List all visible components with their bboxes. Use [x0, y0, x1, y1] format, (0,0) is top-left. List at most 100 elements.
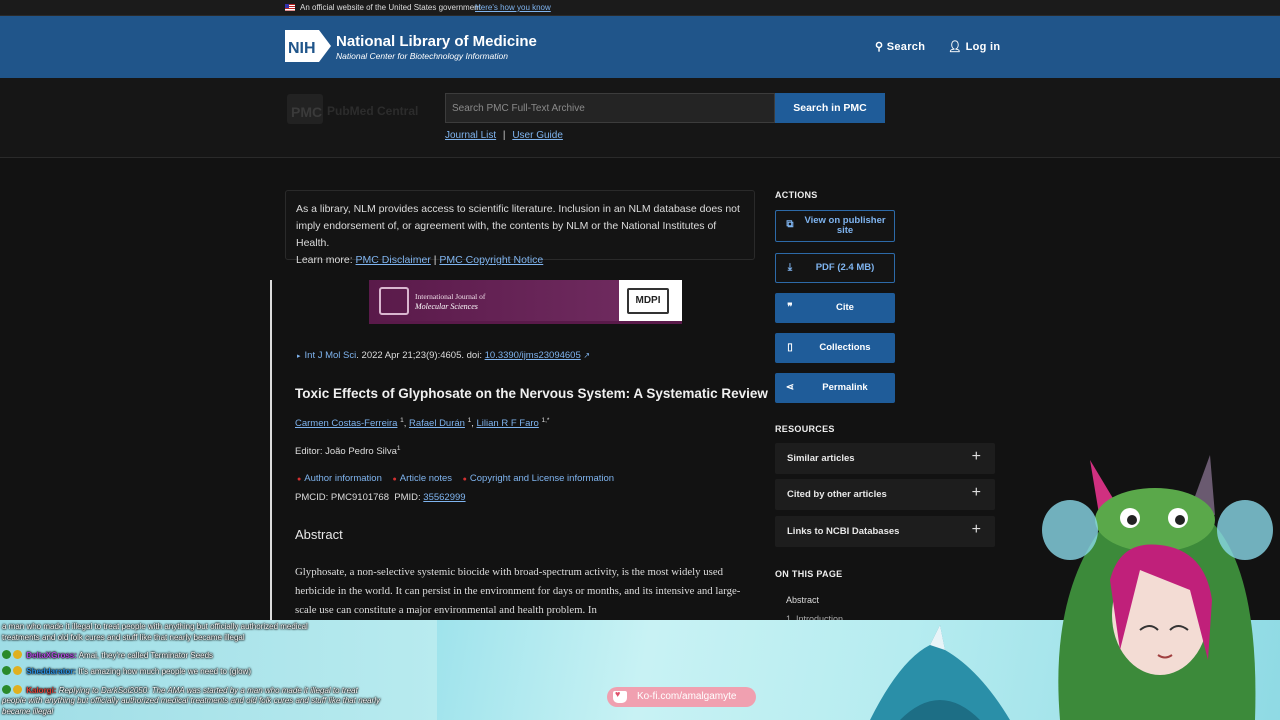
pmc-logo[interactable]: PMC PubMed Central: [287, 94, 437, 124]
abstract-heading: Abstract: [295, 527, 343, 542]
shark-mascot-icon: [870, 625, 1010, 720]
chat-text: It's amazing how much people we need to …: [76, 667, 251, 676]
external-link-icon: ⧉: [786, 219, 794, 230]
chat-text: Amai, they're called Terminator Seeds: [76, 651, 214, 660]
author-link[interactable]: Rafael Durán: [409, 418, 465, 429]
citation-line: ▸ Int J Mol Sci. 2022 Apr 21;23(9):4605. …: [297, 350, 590, 361]
search-icon: ⚲: [875, 41, 884, 53]
how-you-know-link[interactable]: Here's how you know: [475, 3, 551, 12]
chat-message: Sheddarator: It's amazing how much peopl…: [2, 666, 251, 676]
view-publisher-label: View on publisher site: [804, 215, 886, 236]
editor-name: Editor: João Pedro Silva: [295, 446, 397, 458]
author-affiliation: 1: [400, 417, 404, 424]
copyright-info-label: Copyright and License information: [469, 473, 615, 484]
collections-button[interactable]: ▯ Collections: [775, 333, 895, 363]
author-affiliation: 1: [467, 417, 472, 424]
cited-by-accordion[interactable]: Cited by other articles +: [775, 479, 995, 510]
chat-message: became illegal: [2, 707, 54, 716]
copyright-info-toggle[interactable]: ● Copyright and License information: [463, 473, 614, 484]
cite-button[interactable]: ❞ Cite: [775, 293, 895, 323]
chat-message: Kalorgi: Replying to DarkSol2050: The AM…: [2, 685, 358, 695]
download-icon: ⤓: [787, 262, 793, 273]
bookmark-icon: ▯: [787, 342, 793, 353]
permalink-button[interactable]: ⋖ Permalink: [775, 373, 895, 403]
author-information-toggle[interactable]: ● Author information: [297, 473, 382, 484]
on-this-page-heading: ON THIS PAGE: [775, 569, 843, 579]
disclaimer-text: As a library, NLM provides access to sci…: [296, 203, 740, 249]
article-info-links: ● Author information ● Article notes ● Copy…: [297, 473, 622, 484]
ncbi-subtitle: National Center for Biotechnology Inform…: [336, 51, 508, 61]
disclaimer-separator: |: [433, 254, 437, 266]
article-title: Toxic Effects of Glyphosate on the Nervo…: [295, 386, 768, 401]
journal-list-link[interactable]: Journal List: [445, 130, 496, 141]
plus-icon: +: [971, 448, 981, 465]
journal-name-line1: International Journal of: [415, 292, 486, 301]
chat-badge-icon: [13, 685, 22, 694]
pmc-search-input[interactable]: [445, 93, 775, 123]
chat-message: people with anything but officially auth…: [2, 696, 380, 705]
chat-message: DeltaXGross: Amai, they're called Termin…: [2, 650, 213, 660]
quote-icon: ❞: [787, 302, 793, 313]
collections-label: Collections: [819, 342, 871, 353]
pmc-links: Journal List | User Guide: [445, 130, 563, 141]
vtuber-avatar-icon: [1042, 455, 1273, 720]
bullet-icon: ●: [462, 476, 467, 483]
doi-link[interactable]: 10.3390/ijms23094605: [485, 350, 581, 361]
chat-text: Replying to DarkSol2050: The AMA was sta…: [56, 686, 358, 695]
header-search-label: Search: [886, 41, 926, 53]
chat-badge-icon: [2, 666, 11, 675]
citation-text: . 2022 Apr 21;23(9):4605. doi:: [356, 350, 485, 361]
pmc-logo-label: PMC: [291, 104, 323, 120]
login-button[interactable]: 👤︎ Log in: [948, 40, 1000, 53]
chat-username: DeltaXGross:: [26, 651, 77, 660]
pdf-label: PDF (2.4 MB): [815, 262, 875, 273]
resources-heading: RESOURCES: [775, 424, 835, 434]
caret-right-icon[interactable]: ▸: [297, 353, 301, 360]
us-flag-icon: [285, 4, 295, 11]
nlm-title[interactable]: National Library of Medicine: [336, 33, 537, 50]
kofi-cup-icon: [613, 689, 627, 703]
gov-banner: An official website of the United States…: [0, 0, 1280, 16]
pmc-search-bar: PMC PubMed Central Search in PMC Journal…: [0, 78, 1280, 158]
header-search-button[interactable]: ⚲ Search: [875, 40, 925, 53]
journal-banner[interactable]: International Journal of Molecular Scien…: [369, 280, 682, 324]
author-link[interactable]: Carmen Costas-Ferreira: [295, 418, 397, 429]
article-notes-label: Article notes: [399, 473, 453, 484]
ncbi-links-label: Links to NCBI Databases: [787, 526, 900, 537]
similar-articles-accordion[interactable]: Similar articles +: [775, 443, 995, 474]
chat-message: a man who made it illegal to treat peopl…: [2, 622, 308, 631]
svg-text:NIH: NIH: [288, 40, 316, 57]
link-separator: |: [502, 130, 506, 141]
article-ids: PMCID: PMC9101768 PMID: 35562999: [295, 492, 466, 503]
chat-message: treatments and old folk cures and stuff …: [2, 633, 245, 642]
editor-affiliation: 1: [396, 445, 401, 452]
author-list: Carmen Costas-Ferreira 1, Rafael Durán 1…: [295, 417, 550, 430]
pdf-download-button[interactable]: ⤓ PDF (2.4 MB): [775, 253, 895, 283]
plus-icon: +: [971, 521, 981, 538]
view-publisher-button[interactable]: ⧉ View on publisher site: [775, 210, 895, 242]
gov-banner-text: An official website of the United States…: [300, 3, 481, 12]
nih-logo-icon[interactable]: NIH: [285, 30, 331, 62]
chat-badge-icon: [13, 650, 22, 659]
pmcid-text: PMCID: PMC9101768 PMID:: [295, 492, 424, 503]
user-guide-link[interactable]: User Guide: [512, 130, 563, 141]
journal-link[interactable]: Int J Mol Sci: [305, 350, 357, 361]
kofi-url: Ko-fi.com/amalgamyte: [637, 691, 737, 702]
pmc-copyright-link[interactable]: PMC Copyright Notice: [439, 254, 543, 266]
chat-badge-icon: [13, 666, 22, 675]
plus-icon: +: [971, 484, 981, 501]
abstract-text: Glyphosate, a non-selective systemic bio…: [295, 566, 741, 616]
nlm-disclaimer: As a library, NLM provides access to sci…: [285, 190, 755, 266]
bullet-icon: ●: [392, 476, 397, 483]
article-notes-toggle[interactable]: ● Article notes: [393, 473, 453, 484]
dna-icon: [379, 287, 409, 315]
author-affiliation: 1,*: [541, 417, 550, 424]
pmid-link[interactable]: 35562999: [423, 492, 465, 503]
chat-badge-icon: [2, 650, 11, 659]
search-in-pmc-button[interactable]: Search in PMC: [775, 93, 885, 123]
author-link[interactable]: Lilian R F Faro: [477, 418, 539, 429]
ncbi-links-accordion[interactable]: Links to NCBI Databases +: [775, 516, 995, 547]
pmc-disclaimer-link[interactable]: PMC Disclaimer: [356, 254, 431, 266]
toc-abstract-link[interactable]: Abstract: [786, 595, 819, 605]
external-link-icon: ↗: [583, 351, 591, 360]
